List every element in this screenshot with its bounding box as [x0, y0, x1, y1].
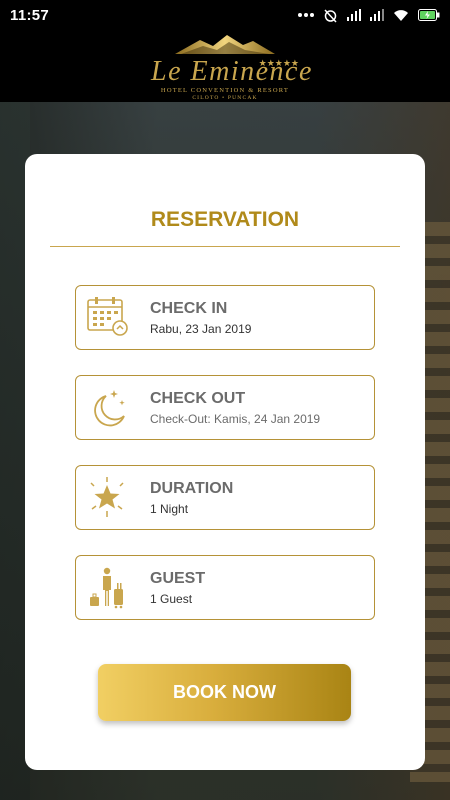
- check-in-field[interactable]: CHECK IN Rabu, 23 Jan 2019: [75, 285, 375, 350]
- wifi-icon: [394, 9, 408, 21]
- book-now-button[interactable]: BOOK NOW: [98, 664, 351, 721]
- moon-icon: [94, 390, 125, 427]
- check-in-value: Rabu, 23 Jan 2019: [150, 322, 252, 336]
- guest-luggage-icon: [90, 567, 123, 609]
- check-in-label: CHECK IN: [150, 300, 228, 317]
- brand-logo: Le Eminence ★★★★★ HOTEL CONVENTION & RES…: [145, 32, 311, 101]
- duration-value: 1 Night: [150, 502, 189, 516]
- duration-label: DURATION: [150, 480, 234, 497]
- guest-label: GUEST: [150, 570, 206, 587]
- page-title: RESERVATION: [150, 208, 300, 231]
- duration-field[interactable]: DURATION 1 Night: [75, 465, 375, 530]
- reservation-card: RESERVATION CHECK IN Rabu, 23 Jan 2019 C…: [25, 154, 425, 770]
- signal-icon: [347, 9, 361, 21]
- status-bar: 11:57: [0, 0, 450, 30]
- alarm-off-icon: [324, 8, 337, 23]
- calendar-icon: [87, 297, 128, 336]
- brand-location: CILOTO • PUNCAK: [192, 95, 258, 101]
- status-icons: [298, 8, 440, 23]
- check-out-label: CHECK OUT: [150, 390, 246, 407]
- battery-charging-icon: [418, 9, 440, 21]
- brand-subtitle: HOTEL CONVENTION & RESORT: [160, 87, 290, 94]
- guest-field[interactable]: GUEST 1 Guest: [75, 555, 375, 620]
- star-icon: [90, 477, 124, 517]
- more-dots-icon: [298, 13, 314, 17]
- guest-value: 1 Guest: [150, 592, 193, 606]
- app-header: Le Eminence ★★★★★ HOTEL CONVENTION & RES…: [0, 30, 450, 102]
- check-out-field[interactable]: CHECK OUT Check-Out: Kamis, 24 Jan 2019: [75, 375, 375, 440]
- title-divider: [50, 246, 400, 247]
- status-time: 11:57: [10, 6, 50, 24]
- brand-stars: ★★★★★: [258, 58, 299, 68]
- mountain-logo-icon: [175, 35, 275, 54]
- check-out-value: Check-Out: Kamis, 24 Jan 2019: [150, 412, 321, 426]
- signal-icon: [370, 9, 384, 21]
